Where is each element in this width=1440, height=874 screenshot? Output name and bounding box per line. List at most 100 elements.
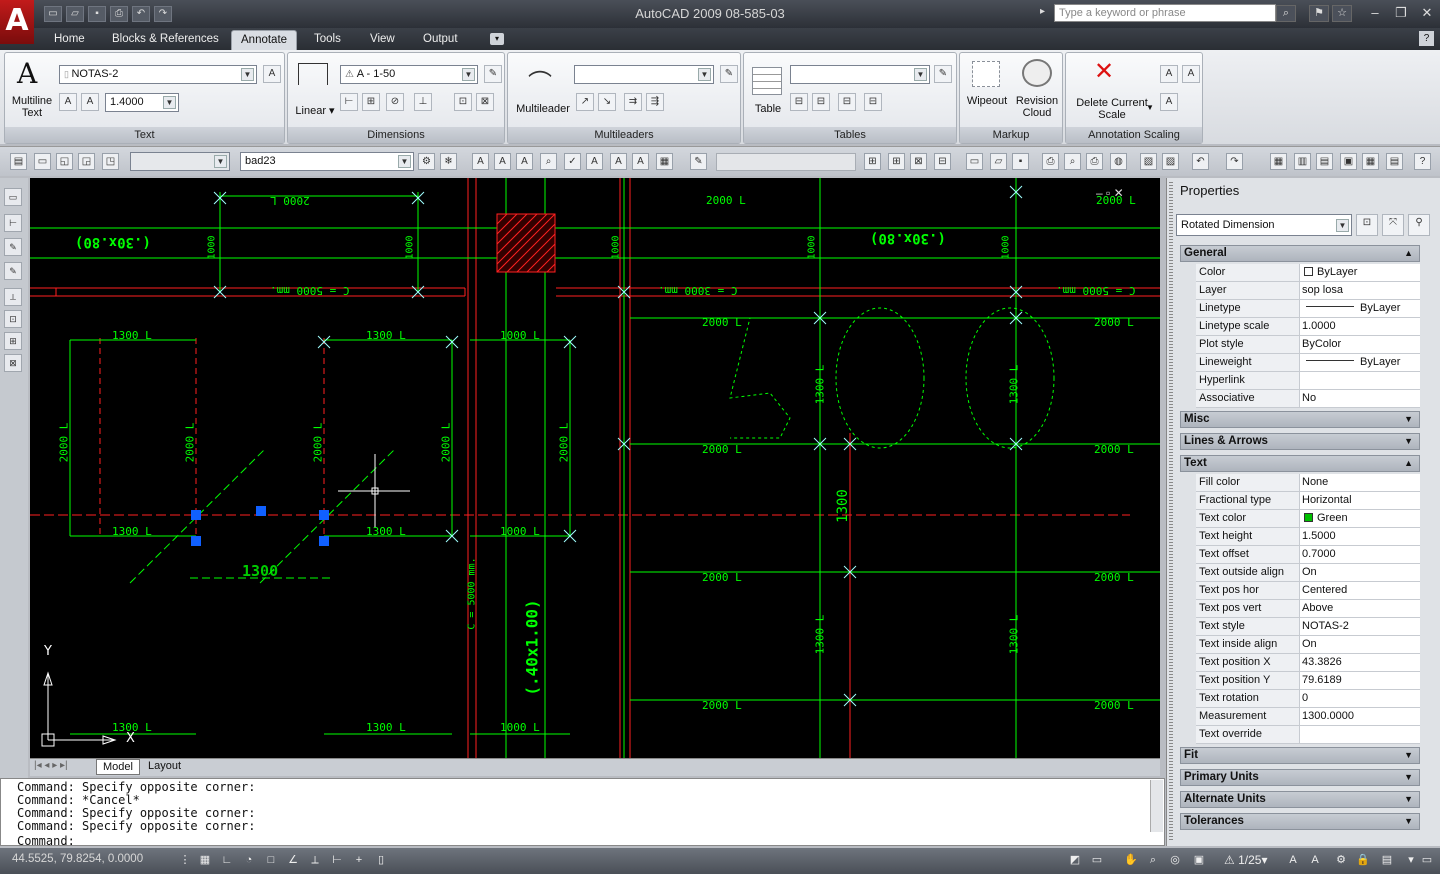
section-header[interactable]: General ▲ <box>1180 245 1420 262</box>
property-row[interactable]: Hyperlink <box>1196 372 1420 390</box>
redo-icon[interactable]: ↷ <box>1226 153 1243 170</box>
expand-icon[interactable]: ▼ <box>1404 814 1413 829</box>
property-value[interactable]: 1.0000 <box>1302 318 1420 335</box>
undo-icon[interactable]: ↶ <box>132 6 150 22</box>
merge-cells-icon[interactable]: ⊟ <box>934 153 951 170</box>
tab-model[interactable]: Model <box>96 759 140 775</box>
dim-update-icon[interactable]: ⊡ <box>454 93 472 111</box>
chevron-down-icon[interactable]: ▼ <box>241 68 254 81</box>
zoom-icon[interactable]: ▥ <box>1294 153 1311 170</box>
multiline-text-icon[interactable]: A <box>17 57 37 90</box>
chevron-down-icon[interactable]: ▼ <box>462 68 475 81</box>
save-icon[interactable]: ▪ <box>88 6 106 22</box>
search-icon[interactable]: ⌕ <box>1276 5 1296 22</box>
property-row[interactable]: Text color Green <box>1196 510 1420 528</box>
chevron-down-icon[interactable]: ▼ <box>163 96 176 109</box>
match-properties-icon[interactable]: ▧ <box>1140 153 1157 170</box>
command-scrollbar[interactable] <box>1150 780 1163 832</box>
tool-palettes-icon[interactable]: ▦ <box>1362 153 1379 170</box>
command-prompt[interactable]: Command: <box>17 834 75 848</box>
auto-scale-icon[interactable]: A <box>1306 852 1324 869</box>
property-value[interactable]: 0 <box>1302 690 1420 707</box>
chevron-down-icon[interactable]: ▼ <box>698 68 711 81</box>
property-value[interactable]: 43.3826 <box>1302 654 1420 671</box>
property-row[interactable]: Layer sop losa <box>1196 282 1420 300</box>
object-type-select[interactable]: Rotated Dimension ▼ <box>1176 214 1352 236</box>
edit-text-icon[interactable]: A <box>516 153 533 170</box>
search-input[interactable]: Type a keyword or phrase <box>1054 4 1276 22</box>
mtext-icon[interactable]: A <box>494 153 511 170</box>
multileader-button[interactable]: Multileader <box>512 103 574 115</box>
wipeout-icon[interactable] <box>972 61 1000 87</box>
dimension-style-manager-icon[interactable]: ✎ <box>484 65 502 83</box>
dyn-icon[interactable]: ⊢ <box>328 852 346 869</box>
find-icon[interactable]: ⌕ <box>540 153 557 170</box>
linear-dimension-icon[interactable] <box>298 63 328 85</box>
tab-layout[interactable]: Layout <box>142 759 187 775</box>
tab-home[interactable]: Home <box>45 30 94 50</box>
wipeout-button[interactable]: Wipeout <box>962 95 1012 107</box>
ribbon-options-icon[interactable]: ▾ <box>490 33 504 45</box>
multileader-icon[interactable]: ⌒ <box>528 63 552 98</box>
expand-icon[interactable]: ▼ <box>1404 412 1413 427</box>
zoom-icon[interactable]: ⌕ <box>1144 852 1162 869</box>
property-row[interactable]: Measurement 1300.0000 <box>1196 708 1420 726</box>
dim-reassociate-icon[interactable]: ⊠ <box>476 93 494 111</box>
save-icon[interactable]: ▪ <box>1012 153 1029 170</box>
property-value[interactable]: ByLayer <box>1302 264 1420 281</box>
expand-icon[interactable]: ▼ <box>1404 748 1413 763</box>
section-header[interactable]: Primary Units ▼ <box>1180 769 1420 786</box>
section-header[interactable]: Misc ▼ <box>1180 411 1420 428</box>
property-row[interactable]: Associative No <box>1196 390 1420 408</box>
lwt-icon[interactable]: + <box>350 852 368 869</box>
property-value[interactable] <box>1302 372 1420 389</box>
osnap-icon[interactable]: □ <box>262 852 280 869</box>
ortho-icon[interactable]: ∟ <box>218 852 236 869</box>
scale-list-icon[interactable]: A <box>1160 93 1178 111</box>
remove-leader-icon[interactable]: ↘ <box>598 93 616 111</box>
property-row[interactable]: Text override <box>1196 726 1420 744</box>
layer-select[interactable]: bad23 ▼ <box>240 152 414 171</box>
property-row[interactable]: Color ByLayer <box>1196 264 1420 282</box>
quick-select-icon[interactable]: ⚲ <box>1408 214 1430 236</box>
scale-text-icon[interactable]: A <box>610 153 627 170</box>
property-value[interactable]: 79.6189 <box>1302 672 1420 689</box>
property-value[interactable]: On <box>1302 564 1420 581</box>
property-value[interactable]: sop losa <box>1302 282 1420 299</box>
single-line-text-icon[interactable]: A <box>59 93 77 111</box>
dim-space-icon[interactable]: ⊞ <box>362 93 380 111</box>
property-value[interactable]: 0.7000 <box>1302 546 1420 563</box>
text-icon[interactable]: A <box>472 153 489 170</box>
settings-icon[interactable]: ⚙ <box>418 153 435 170</box>
text-style-manager-icon[interactable]: A <box>263 65 281 83</box>
property-value[interactable]: None <box>1302 474 1420 491</box>
property-row[interactable]: Fill color None <box>1196 474 1420 492</box>
web-icon[interactable]: ◍ <box>1110 153 1127 170</box>
property-row[interactable]: Lineweight ByLayer <box>1196 354 1420 372</box>
dimension-icon[interactable]: ⊢ <box>4 214 22 232</box>
dim-baseline-icon[interactable]: ⊥ <box>414 93 432 111</box>
property-value[interactable]: ByLayer <box>1302 300 1420 317</box>
clean-screen-icon[interactable]: ▤ <box>1378 852 1396 869</box>
new-icon[interactable]: ▭ <box>966 153 983 170</box>
text-style-select[interactable]: ▯ NOTAS-2 ▼ <box>59 65 257 84</box>
tab-view[interactable]: View <box>361 30 404 50</box>
array-icon[interactable]: ⊞ <box>4 332 22 350</box>
add-scale-icon[interactable]: A <box>1160 65 1178 83</box>
delete-row-icon[interactable]: ⊠ <box>910 153 927 170</box>
edit-text-icon[interactable]: A <box>81 93 99 111</box>
open-icon[interactable]: ▱ <box>990 153 1007 170</box>
property-value[interactable]: Centered <box>1302 582 1420 599</box>
property-value[interactable]: Horizontal <box>1302 492 1420 509</box>
chevron-down-icon[interactable]: ▼ <box>1336 219 1349 232</box>
showmotion-icon[interactable]: ▣ <box>1190 852 1208 869</box>
layer-match-icon[interactable]: ◳ <box>102 153 119 170</box>
offset-icon[interactable]: ⊡ <box>4 310 22 328</box>
print-icon[interactable]: ⎙ <box>110 6 128 22</box>
publish-icon[interactable]: ⎙ <box>1086 153 1103 170</box>
edit-field-icon[interactable]: ✎ <box>690 153 707 170</box>
pan-icon[interactable]: ▦ <box>1270 153 1287 170</box>
palette-grip[interactable] <box>1169 182 1173 842</box>
revision-cloud-button[interactable]: Revision Cloud <box>1012 95 1062 119</box>
dim-continue-icon[interactable]: ⊢ <box>340 93 358 111</box>
